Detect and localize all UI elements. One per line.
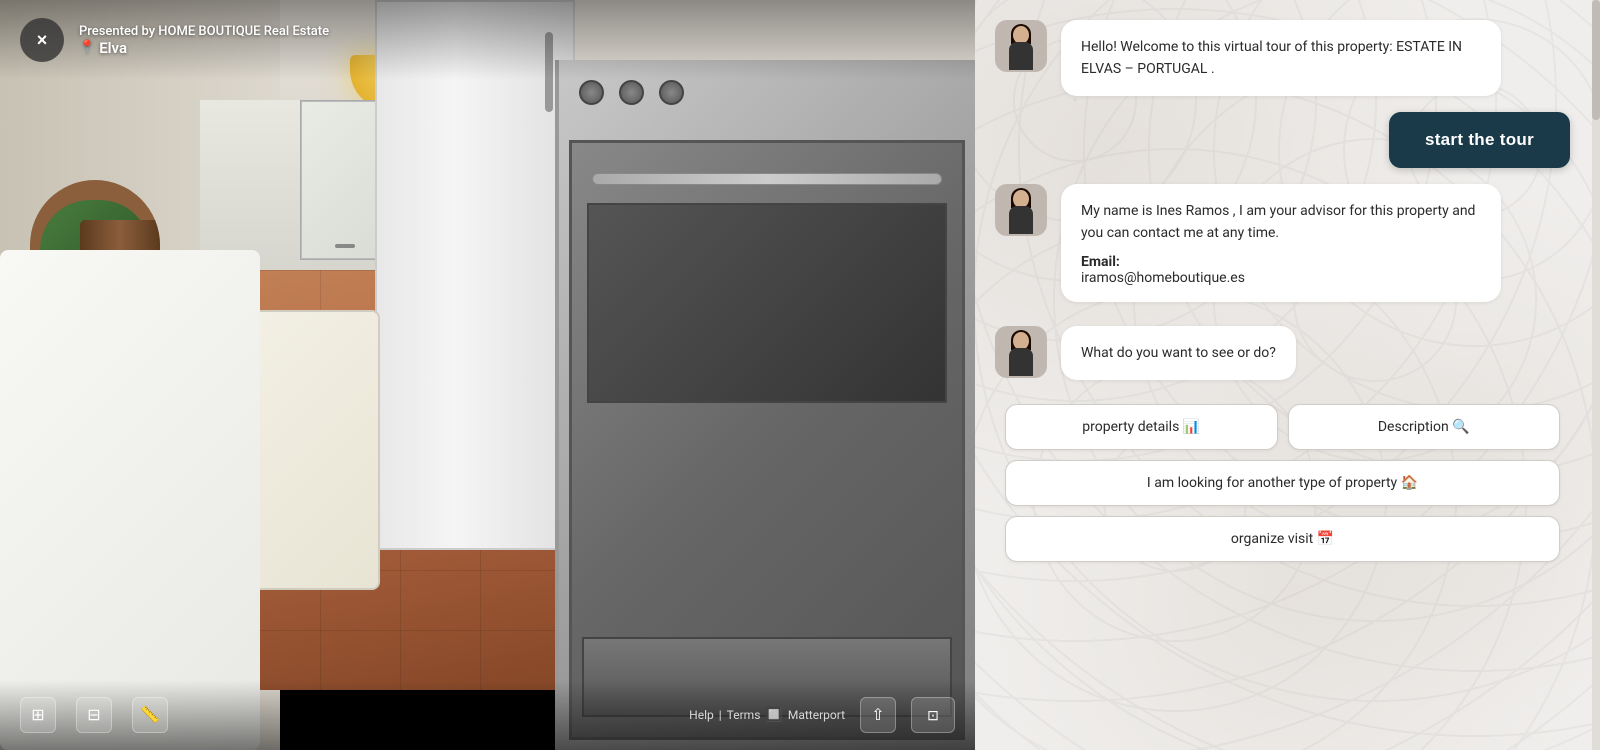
share-icon: ⇧ [871, 705, 884, 725]
refrigerator [375, 0, 575, 550]
matterport-icon: 🔲 [765, 707, 782, 723]
organize-visit-button[interactable]: organize visit 📅 [1005, 516, 1560, 562]
bottom-tools: ⊞ ⊟ 📏 [20, 697, 168, 733]
location-label: Elva [99, 39, 127, 57]
advisor-avatar-3 [995, 326, 1047, 378]
chat-content: Hello! Welcome to this virtual tour of t… [975, 0, 1600, 750]
close-icon: × [37, 30, 48, 51]
avatar-figure [1005, 188, 1037, 236]
avatar-figure [1005, 24, 1037, 72]
looking-for-another-button[interactable]: I am looking for another type of propert… [1005, 460, 1560, 506]
advisor-name-text: My name is Ines Ramos , I am your adviso… [1081, 203, 1475, 241]
welcome-message: Hello! Welcome to this virtual tour of t… [995, 20, 1570, 96]
advisor-avatar-1 [995, 20, 1047, 72]
presenter-info: Presented by HOME BOUTIQUE Real Estate 📍… [79, 24, 329, 57]
advisor-message: My name is Ines Ramos , I am your adviso… [995, 184, 1570, 302]
email-value: iramos@homeboutique.es [1081, 270, 1481, 286]
description-button[interactable]: Description 🔍 [1288, 404, 1561, 450]
chat-panel: Hello! Welcome to this virtual tour of t… [975, 0, 1600, 750]
help-label[interactable]: Help [689, 708, 714, 722]
oven-handle [592, 173, 942, 185]
oven-knob [659, 80, 684, 105]
advisor-bubble: My name is Ines Ramos , I am your adviso… [1061, 184, 1501, 302]
white-table-left [0, 250, 260, 750]
presenter-name: Presented by HOME BOUTIQUE Real Estate [79, 24, 329, 39]
bottom-right: Help | Terms 🔲 Matterport ⇧ ⊡ [689, 697, 955, 733]
ruler-icon: 📏 [140, 705, 160, 725]
tour-top-overlay: × Presented by HOME BOUTIQUE Real Estate… [0, 0, 975, 80]
terms-label[interactable]: Terms [727, 708, 761, 722]
tour-bottom-overlay: ⊞ ⊟ 📏 Help | Terms 🔲 Matterport ⇧ ⊡ [0, 680, 975, 750]
avatar-body [1009, 348, 1033, 376]
location-row: 📍 Elva [79, 39, 329, 57]
close-button[interactable]: × [20, 18, 64, 62]
layers-tool-button[interactable]: ⊞ [20, 697, 56, 733]
floorplan-icon: ⊟ [87, 705, 100, 725]
kitchen-scene [0, 0, 975, 750]
property-details-button[interactable]: property details 📊 [1005, 404, 1278, 450]
ruler-tool-button[interactable]: 📏 [132, 697, 168, 733]
vr-icon: ⊡ [927, 707, 939, 724]
start-tour-button[interactable]: start the tour [1389, 112, 1570, 168]
pin-icon: 📍 [79, 40, 95, 55]
action-buttons: property details 📊 Description 🔍 I am lo… [995, 404, 1570, 562]
what-message: What do you want to see or do? [995, 326, 1570, 380]
welcome-bubble: Hello! Welcome to this virtual tour of t… [1061, 20, 1501, 96]
oven-controls [579, 80, 684, 105]
layers-icon: ⊞ [31, 705, 44, 725]
bottom-credits: Help | Terms 🔲 Matterport [689, 707, 845, 723]
separator: | [719, 708, 722, 722]
what-text: What do you want to see or do? [1081, 345, 1276, 361]
email-label: Email: [1081, 254, 1481, 270]
avatar-body [1009, 42, 1033, 70]
advisor-avatar-2 [995, 184, 1047, 236]
oven-window [587, 203, 947, 403]
vr-button[interactable]: ⊡ [911, 697, 955, 733]
avatar-body [1009, 206, 1033, 234]
oven-knob [579, 80, 604, 105]
floorplan-tool-button[interactable]: ⊟ [76, 697, 112, 733]
what-bubble: What do you want to see or do? [1061, 326, 1296, 380]
tour-panel: × Presented by HOME BOUTIQUE Real Estate… [0, 0, 975, 750]
action-row-1: property details 📊 Description 🔍 [1005, 404, 1560, 450]
share-button[interactable]: ⇧ [860, 697, 896, 733]
oven-door [569, 140, 965, 740]
welcome-text: Hello! Welcome to this virtual tour of t… [1081, 39, 1462, 77]
oven-knob [619, 80, 644, 105]
oven [555, 60, 975, 750]
avatar-figure [1005, 330, 1037, 378]
matterport-label: Matterport [788, 708, 845, 722]
